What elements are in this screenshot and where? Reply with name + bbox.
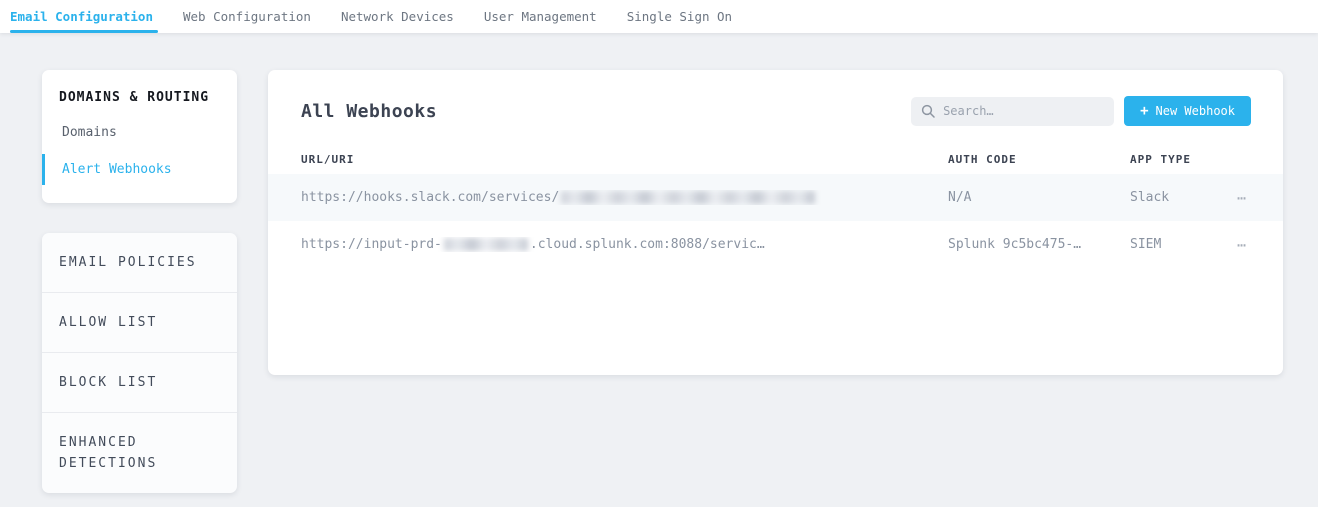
webhooks-panel: All Webhooks + New Webhook URL/URI AUTH … <box>268 70 1283 375</box>
sidebar: DOMAINS & ROUTING Domains Alert Webhooks… <box>42 70 237 493</box>
tab-label: Network Devices <box>341 9 454 24</box>
app-type: SIEM <box>1130 237 1207 252</box>
new-webhook-button[interactable]: + New Webhook <box>1124 96 1251 126</box>
sidebar-section-group: EMAIL POLICIES ALLOW LIST BLOCK LIST ENH… <box>42 233 237 493</box>
url-text: .cloud.splunk.com:8088/servic… <box>530 237 765 252</box>
webhooks-table: URL/URI AUTH CODE APP TYPE https://hooks… <box>268 144 1283 268</box>
sidebar-item-block-list[interactable]: BLOCK LIST <box>42 353 237 413</box>
redacted-url-segment <box>561 191 815 204</box>
redacted-url-segment <box>444 238 528 251</box>
sidebar-item-label: Alert Webhooks <box>62 162 172 177</box>
table-row-splunk-webhook[interactable]: https://input-prd- .cloud.splunk.com:8088… <box>268 221 1283 268</box>
page-title: All Webhooks <box>301 101 911 122</box>
search-icon <box>921 104 935 118</box>
search-box[interactable] <box>911 97 1114 126</box>
webhooks-header: All Webhooks + New Webhook <box>268 70 1283 144</box>
url-text: https://hooks.slack.com/services/ <box>301 190 559 205</box>
sidebar-section-label: ENHANCED DETECTIONS <box>59 435 157 471</box>
tab-single-sign-on[interactable]: Single Sign On <box>612 0 747 33</box>
tab-label: Email Configuration <box>10 9 153 24</box>
sidebar-item-domains[interactable]: Domains <box>42 117 237 148</box>
sidebar-item-alert-webhooks[interactable]: Alert Webhooks <box>42 154 237 185</box>
domains-routing-card: DOMAINS & ROUTING Domains Alert Webhooks <box>42 70 237 203</box>
sidebar-section-label: EMAIL POLICIES <box>59 255 197 270</box>
table-header-row: URL/URI AUTH CODE APP TYPE <box>268 144 1283 174</box>
tab-label: User Management <box>484 9 597 24</box>
row-menu-icon[interactable]: ⋯ <box>1233 187 1251 209</box>
column-header-app-type: APP TYPE <box>1130 153 1207 166</box>
tab-email-configuration[interactable]: Email Configuration <box>0 0 168 33</box>
column-header-auth-code: AUTH CODE <box>948 153 1130 166</box>
sidebar-item-allow-list[interactable]: ALLOW LIST <box>42 293 237 353</box>
row-menu-icon[interactable]: ⋯ <box>1233 234 1251 256</box>
table-body: https://hooks.slack.com/services/ N/A Sl… <box>268 174 1283 268</box>
top-nav: Email Configuration Web Configuration Ne… <box>0 0 1318 33</box>
webhook-url: https://input-prd- .cloud.splunk.com:8088… <box>301 237 948 252</box>
page-body: DOMAINS & ROUTING Domains Alert Webhooks… <box>0 33 1318 493</box>
auth-code: N/A <box>948 190 1130 205</box>
new-webhook-label: New Webhook <box>1156 104 1235 118</box>
app-type: Slack <box>1130 190 1207 205</box>
tab-user-management[interactable]: User Management <box>469 0 612 33</box>
search-input[interactable] <box>943 104 1104 118</box>
tab-network-devices[interactable]: Network Devices <box>326 0 469 33</box>
sidebar-item-label: Domains <box>62 125 117 140</box>
tab-web-configuration[interactable]: Web Configuration <box>168 0 326 33</box>
sidebar-section-label: ALLOW LIST <box>59 315 157 330</box>
sidebar-item-enhanced-detections[interactable]: ENHANCED DETECTIONS <box>42 413 192 493</box>
sidebar-section-label: BLOCK LIST <box>59 375 157 390</box>
plus-icon: + <box>1140 103 1148 119</box>
sidebar-item-email-policies[interactable]: EMAIL POLICIES <box>42 233 237 293</box>
column-header-url: URL/URI <box>301 153 948 166</box>
tab-label: Single Sign On <box>627 9 732 24</box>
domains-routing-heading: DOMAINS & ROUTING <box>42 90 237 111</box>
webhook-url: https://hooks.slack.com/services/ <box>301 190 948 205</box>
url-text: https://input-prd- <box>301 237 442 252</box>
tab-label: Web Configuration <box>183 9 311 24</box>
auth-code: Splunk 9c5bc475-… <box>948 237 1130 252</box>
table-row-slack-webhook[interactable]: https://hooks.slack.com/services/ N/A Sl… <box>268 174 1283 221</box>
